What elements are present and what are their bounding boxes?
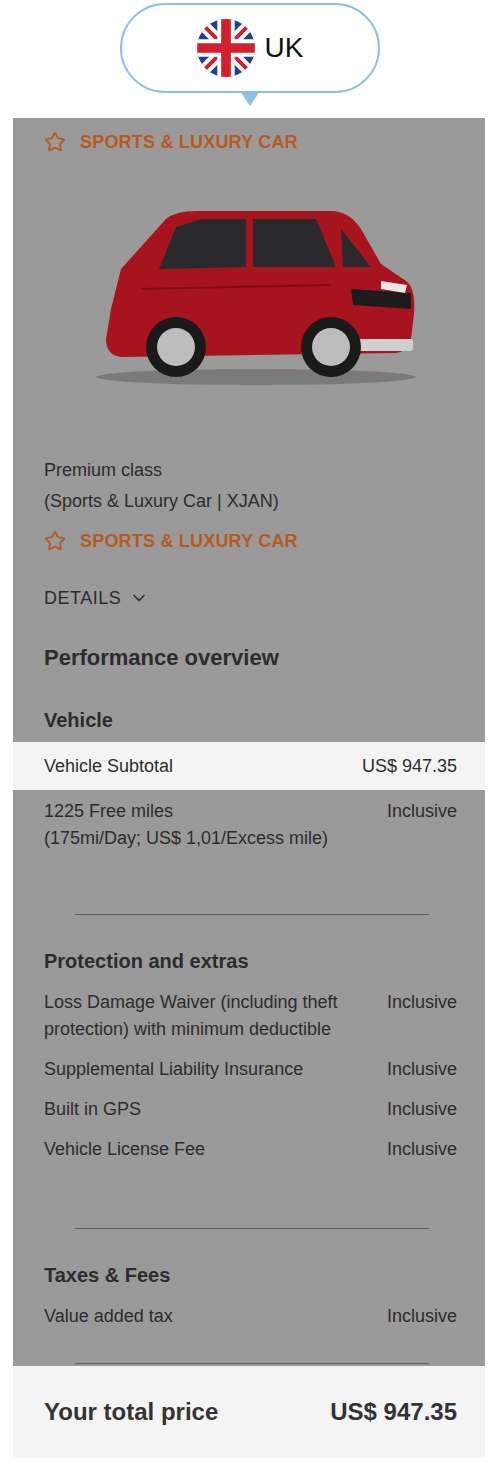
price-section: Vehicle Vehicle Subtotal US$ 947.35 1225 Fr… [13, 706, 485, 882]
locale-badge: UK [120, 3, 380, 93]
row-label: Vehicle Subtotal [44, 753, 346, 780]
row-value: Inclusive [387, 1056, 457, 1083]
section-divider [75, 914, 429, 915]
price-row: Value added tax Inclusive [13, 1303, 485, 1330]
class-detail: (Sports & Luxury Car | XJAN) [44, 489, 457, 513]
section-divider [75, 1363, 429, 1364]
total-row: Your total price US$ 947.35 [13, 1366, 485, 1458]
bubble-pointer [240, 91, 260, 106]
locale-bubble: UK [120, 3, 380, 106]
class-name: Premium class [44, 458, 457, 482]
price-section: Protection and extras Loss Damage Waiver … [13, 914, 485, 1196]
section-divider [75, 1228, 429, 1229]
page: UK SPORTS & LUXURY CAR Premium class (Sport… [0, 0, 500, 1462]
chevron-icon [129, 588, 149, 608]
total-label: Your total price [44, 1398, 218, 1426]
price-row: Loss Damage Waiver (including theft prot… [13, 989, 485, 1043]
row-value: Inclusive [387, 1303, 457, 1330]
price-row: 1225 Free miles(175mi/Day; US$ 1,01/Exce… [13, 798, 485, 852]
row-note: (175mi/Day; US$ 1,01/Excess mile) [44, 825, 354, 852]
price-row: Vehicle License Fee Inclusive [13, 1136, 485, 1163]
section-title: Protection and extras [44, 947, 457, 975]
row-label: Value added tax [44, 1303, 354, 1330]
vehicle-card: SPORTS & LUXURY CAR Premium class (Sports … [13, 118, 485, 1458]
row-value: US$ 947.35 [362, 753, 457, 780]
category-badge: SPORTS & LUXURY CAR [44, 529, 457, 553]
row-label: 1225 Free miles(175mi/Day; US$ 1,01/Exce… [44, 798, 354, 852]
price-row: Built in GPS Inclusive [13, 1096, 485, 1123]
star-icon [44, 530, 66, 552]
row-value: Inclusive [387, 1096, 457, 1123]
row-label: Supplemental Liability Insurance [44, 1056, 354, 1083]
row-label: Loss Damage Waiver (including theft prot… [44, 989, 354, 1043]
total-value: US$ 947.35 [330, 1398, 457, 1426]
car-image [44, 154, 457, 424]
star-icon [44, 131, 66, 153]
row-value: Inclusive [387, 1136, 457, 1163]
uk-flag-icon [197, 19, 255, 77]
car-image-icon [81, 189, 421, 389]
price-row: Vehicle Subtotal US$ 947.35 [13, 742, 485, 790]
row-value: Inclusive [387, 989, 457, 1016]
price-row: Supplemental Liability Insurance Inclusiv… [13, 1056, 485, 1083]
price-section: Taxes & Fees Value added tax Inclusive [13, 1228, 485, 1363]
category-badge: SPORTS & LUXURY CAR [44, 130, 457, 154]
row-label: Vehicle License Fee [44, 1136, 354, 1163]
section-title: Vehicle [44, 706, 457, 734]
section-title: Taxes & Fees [44, 1261, 457, 1289]
row-value: Inclusive [387, 798, 457, 825]
row-label: Built in GPS [44, 1096, 354, 1123]
locale-label: UK [265, 32, 304, 64]
details-toggle[interactable]: DETAILS [44, 586, 149, 610]
overview-title: Performance overview [44, 643, 457, 673]
